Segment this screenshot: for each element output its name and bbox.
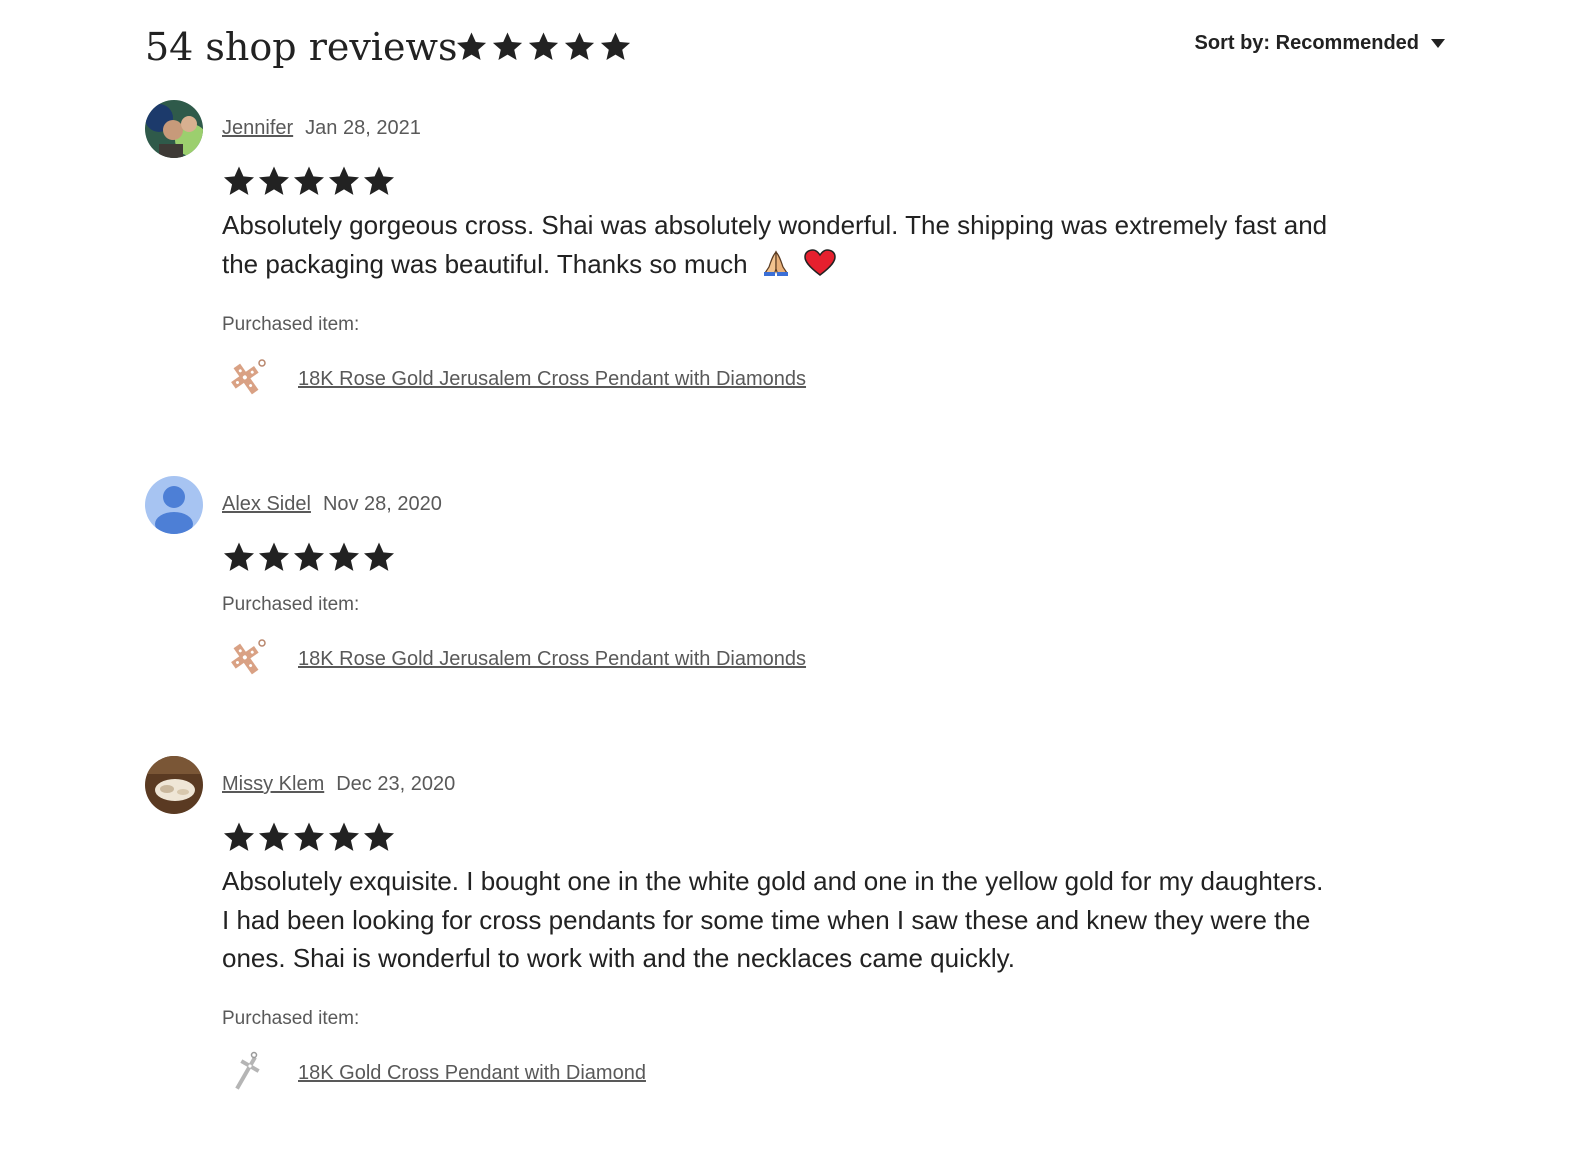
avatar[interactable] [145, 476, 203, 534]
reviews-header: 54 shop reviews Sort by: Recommended [145, 20, 1445, 80]
sort-dropdown[interactable]: Sort by: Recommended [1195, 32, 1445, 55]
star-icon [527, 30, 560, 63]
purchased-label: Purchased item: [222, 314, 360, 335]
purchased-item-link[interactable]: 18K Rose Gold Jerusalem Cross Pendant wi… [298, 368, 806, 391]
star-icon [327, 820, 361, 854]
star-icon [362, 164, 396, 198]
star-icon [327, 164, 361, 198]
star-icon [599, 30, 632, 63]
star-icon [292, 164, 326, 198]
avatar[interactable] [145, 100, 203, 158]
review-meta: Alex Sidel Nov 28, 2020 [222, 490, 442, 518]
reviewer-name-link[interactable]: Jennifer [222, 117, 293, 139]
star-icon [292, 540, 326, 574]
star-icon [327, 540, 361, 574]
review-meta: Missy Klem Dec 23, 2020 [222, 770, 455, 798]
item-thumbnail[interactable] [222, 1049, 270, 1097]
star-icon [257, 164, 291, 198]
purchased-item-link[interactable]: 18K Gold Cross Pendant with Diamond [298, 1062, 646, 1085]
star-icon [222, 540, 256, 574]
purchased-label: Purchased item: [222, 1008, 360, 1029]
reviewer-name-link[interactable]: Missy Klem [222, 773, 324, 795]
star-icon [362, 820, 396, 854]
star-icon [292, 820, 326, 854]
caret-down-icon [1431, 39, 1445, 48]
review-date: Jan 28, 2021 [305, 117, 421, 139]
purchased-label: Purchased item: [222, 594, 360, 615]
star-icon [455, 30, 488, 63]
purchased-item: 18K Gold Cross Pendant with Diamond [222, 1049, 646, 1097]
review-text: Absolutely gorgeous cross. Shai was abso… [222, 206, 1332, 287]
item-thumbnail[interactable] [222, 355, 270, 403]
purchased-item: 18K Rose Gold Jerusalem Cross Pendant wi… [222, 635, 806, 683]
review-text: Absolutely exquisite. I bought one in th… [222, 866, 1324, 973]
review-date: Nov 28, 2020 [322, 493, 442, 515]
purchased-item-link[interactable]: 18K Rose Gold Jerusalem Cross Pendant wi… [298, 648, 806, 671]
review-rating-stars [222, 820, 397, 854]
reviews-title: 54 shop reviews [145, 25, 458, 69]
star-icon [257, 820, 291, 854]
review-rating-stars [222, 540, 397, 574]
purchased-item: 18K Rose Gold Jerusalem Cross Pendant wi… [222, 355, 806, 403]
item-thumbnail[interactable] [222, 635, 270, 683]
star-icon [222, 820, 256, 854]
review-rating-stars [222, 164, 397, 198]
review-meta: Jennifer Jan 28, 2021 [222, 114, 421, 142]
star-icon [362, 540, 396, 574]
star-icon [257, 540, 291, 574]
review-date: Dec 23, 2020 [336, 773, 456, 795]
star-icon [563, 30, 596, 63]
avatar[interactable] [145, 756, 203, 814]
shop-rating-stars [455, 30, 635, 64]
star-icon [491, 30, 524, 63]
red-heart-icon [804, 248, 836, 288]
folded-hands-icon [761, 249, 791, 288]
reviewer-name-link[interactable]: Alex Sidel [222, 493, 311, 515]
star-icon [222, 164, 256, 198]
sort-label: Sort by: Recommended [1194, 32, 1419, 54]
